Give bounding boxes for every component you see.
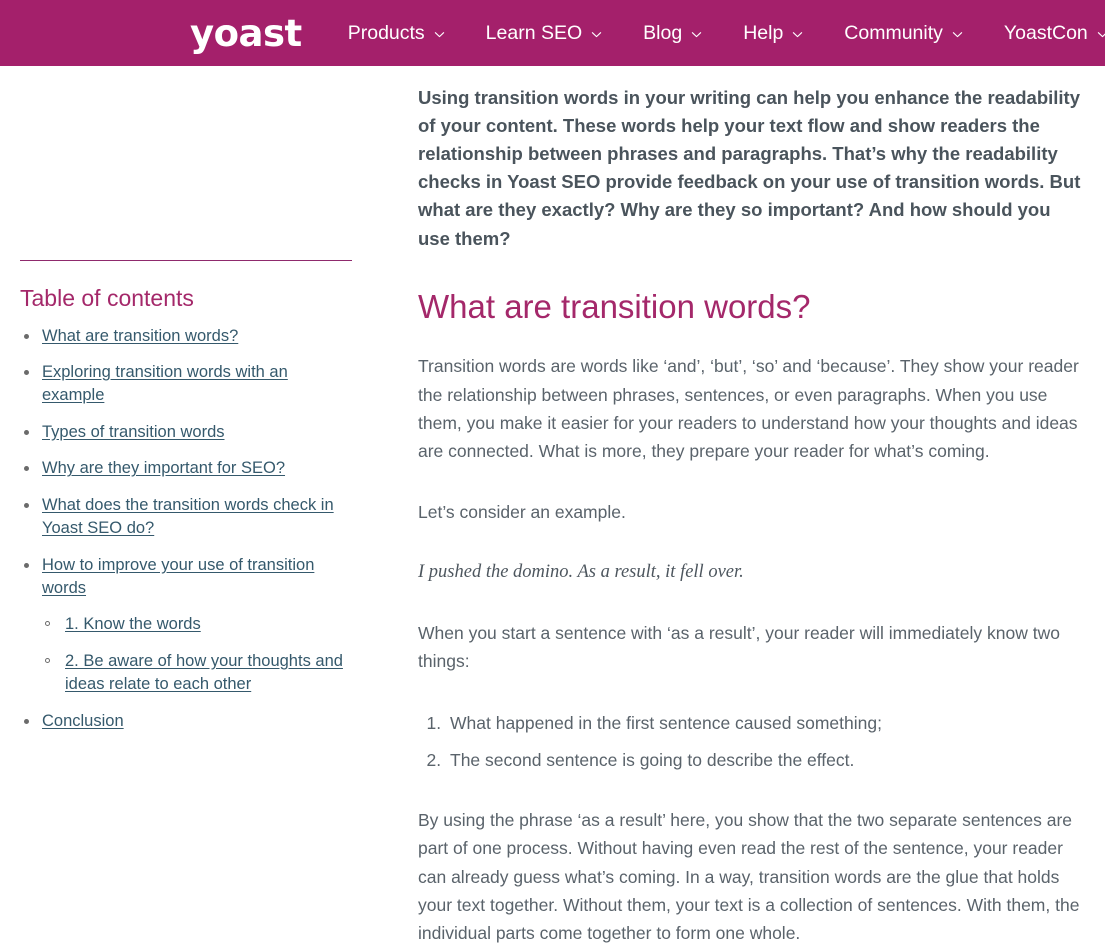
toc-link-what-does-the-transition-words-check-do[interactable]: What does the transition words check in …	[42, 496, 334, 537]
page-body: Table of contents What are transition wo…	[0, 66, 1105, 948]
toc-link-why-are-they-important-for-seo[interactable]: Why are they important for SEO?	[42, 459, 285, 477]
table-of-contents-sidebar: Table of contents What are transition wo…	[0, 66, 418, 746]
section-heading-what-are-transition-words: What are transition words?	[418, 287, 811, 325]
toc-list: What are transition words? Exploring tra…	[20, 325, 352, 733]
toc-item: What are transition words?	[20, 325, 352, 348]
nav-item-learn-seo[interactable]: Learn SEO	[486, 22, 602, 45]
article-paragraph-1: Transition words are words like ‘and’, ‘…	[418, 356, 1079, 462]
toc-link-know-the-words[interactable]: 1. Know the words	[65, 615, 201, 633]
chevron-down-icon	[591, 29, 602, 40]
toc-link-be-aware-of-how-your-thoughts-relate[interactable]: 2. Be aware of how your thoughts and ide…	[65, 652, 343, 693]
list-item: What happened in the first sentence caus…	[446, 709, 1083, 737]
article-paragraph-2: Let’s consider an example.	[418, 501, 626, 522]
chevron-down-icon	[691, 29, 702, 40]
nav-item-products[interactable]: Products	[348, 22, 445, 45]
article-content: Using transition words in your writing c…	[418, 66, 1105, 948]
nav-item-label: Products	[347, 21, 425, 44]
nav-item-yoastcon[interactable]: YoastCon	[1004, 22, 1105, 45]
toc-sublist: 1. Know the words 2. Be aware of how you…	[42, 613, 352, 696]
toc-link-how-to-improve-your-use-of-transition-words[interactable]: How to improve your use of transition wo…	[42, 556, 314, 597]
nav-item-label: Help	[743, 21, 784, 44]
yoast-logo[interactable]: yoast	[190, 15, 302, 52]
nav-item-community[interactable]: Community	[844, 22, 963, 45]
nav-item-help[interactable]: Help	[743, 22, 803, 45]
toc-link-what-are-transition-words[interactable]: What are transition words?	[42, 327, 238, 345]
chevron-down-icon	[1097, 29, 1105, 40]
chevron-down-icon	[434, 29, 445, 40]
nav-item-label: Community	[844, 21, 943, 44]
toc-subitem: 2. Be aware of how your thoughts and ide…	[42, 650, 352, 697]
toc-item: Why are they important for SEO?	[20, 457, 352, 480]
toc-subitem: 1. Know the words	[42, 613, 352, 636]
list-item: The second sentence is going to describe…	[446, 746, 1083, 774]
toc-divider	[20, 260, 352, 261]
toc-item: Exploring transition words with an examp…	[20, 361, 352, 408]
toc-link-conclusion[interactable]: Conclusion	[42, 712, 124, 730]
toc-item: Types of transition words	[20, 421, 352, 444]
article-paragraph-3: When you start a sentence with ‘as a res…	[418, 622, 1060, 671]
article-paragraph-4: By using the phrase ‘as a result’ here, …	[418, 810, 1080, 944]
toc-item: What does the transition words check in …	[20, 494, 352, 541]
nav-item-label: Blog	[643, 21, 683, 44]
nav-item-label: Learn SEO	[485, 21, 583, 44]
toc-title: Table of contents	[20, 285, 194, 311]
chevron-down-icon	[792, 29, 803, 40]
toc-link-types-of-transition-words[interactable]: Types of transition words	[42, 423, 225, 441]
article-intro-paragraph: Using transition words in your writing c…	[418, 87, 1081, 249]
toc-item: Conclusion	[20, 710, 352, 733]
site-header: yoast Products Learn SEO Blog Help Commu…	[0, 0, 1105, 66]
toc-item: How to improve your use of transition wo…	[20, 554, 352, 697]
nav-item-label: YoastCon	[1003, 21, 1088, 44]
toc-link-exploring-transition-words-with-an-example[interactable]: Exploring transition words with an examp…	[42, 363, 288, 404]
nav-item-blog[interactable]: Blog	[643, 22, 702, 45]
chevron-down-icon	[952, 29, 963, 40]
main-navigation: Products Learn SEO Blog Help Community Y…	[348, 22, 1105, 45]
article-ordered-list: What happened in the first sentence caus…	[418, 709, 1083, 774]
article-example-sentence: I pushed the domino. As a result, it fel…	[418, 561, 744, 582]
